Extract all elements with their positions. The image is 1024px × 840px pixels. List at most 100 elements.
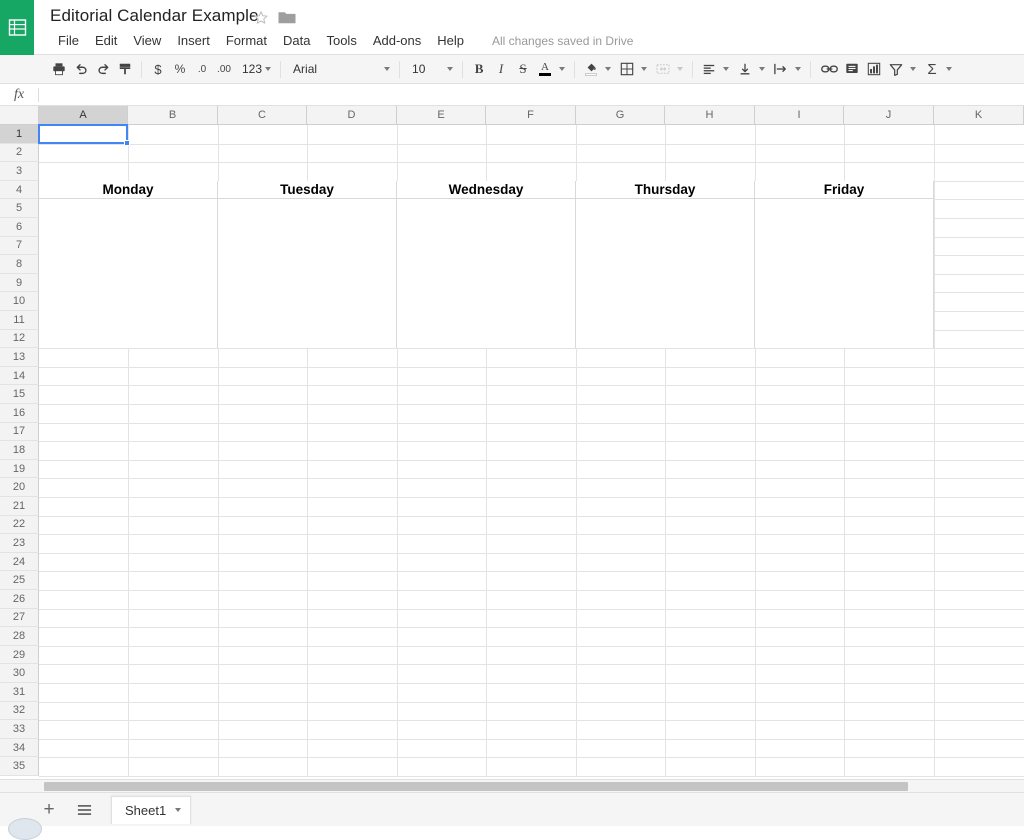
row-header-27[interactable]: 27	[0, 609, 39, 628]
font-family-dropdown[interactable]: Arial	[286, 58, 394, 80]
chevron-down-icon[interactable]	[795, 67, 801, 71]
row-header-7[interactable]: 7	[0, 237, 39, 256]
merge-cells-button[interactable]	[652, 57, 674, 81]
row-header-12[interactable]: 12	[0, 330, 39, 349]
document-title[interactable]: Editorial Calendar Example	[50, 6, 259, 26]
day-block-thursday[interactable]	[576, 199, 755, 348]
cells-area[interactable]: MondayTuesdayWednesdayThursdayFriday	[39, 125, 1024, 779]
add-sheet-button[interactable]: +	[34, 795, 64, 825]
vertical-align-button[interactable]	[734, 57, 756, 81]
day-block-friday[interactable]	[755, 199, 934, 348]
row-header-24[interactable]: 24	[0, 553, 39, 572]
row-header-4[interactable]: 4	[0, 181, 39, 200]
row-header-25[interactable]: 25	[0, 571, 39, 590]
folder-icon[interactable]	[278, 10, 296, 25]
chevron-down-icon[interactable]	[723, 67, 729, 71]
row-header-30[interactable]: 30	[0, 664, 39, 683]
row-header-10[interactable]: 10	[0, 292, 39, 311]
chevron-down-icon[interactable]	[605, 67, 611, 71]
redo-button[interactable]	[92, 57, 114, 81]
column-header-b[interactable]: B	[128, 106, 218, 125]
column-header-a[interactable]: A	[39, 106, 128, 125]
row-header-15[interactable]: 15	[0, 385, 39, 404]
row-header-13[interactable]: 13	[0, 348, 39, 367]
row-header-11[interactable]: 11	[0, 311, 39, 330]
row-header-26[interactable]: 26	[0, 590, 39, 609]
row-header-22[interactable]: 22	[0, 516, 39, 535]
row-header-21[interactable]: 21	[0, 497, 39, 516]
chevron-down-icon[interactable]	[559, 67, 565, 71]
row-header-18[interactable]: 18	[0, 441, 39, 460]
text-wrap-button[interactable]	[770, 57, 792, 81]
day-header-monday[interactable]: Monday	[39, 181, 218, 200]
chevron-down-icon[interactable]	[641, 67, 647, 71]
fill-color-button[interactable]	[580, 57, 602, 81]
column-header-k[interactable]: K	[934, 106, 1024, 125]
currency-format-button[interactable]: $	[147, 57, 169, 81]
all-sheets-button[interactable]	[69, 795, 99, 825]
text-color-button[interactable]: A	[534, 57, 556, 81]
bold-button[interactable]: B	[468, 57, 490, 81]
chevron-down-icon[interactable]	[175, 808, 181, 812]
menu-item-file[interactable]: File	[50, 31, 87, 50]
day-header-wednesday[interactable]: Wednesday	[397, 181, 576, 200]
sheets-logo[interactable]	[0, 0, 34, 55]
day-block-tuesday[interactable]	[218, 199, 397, 348]
row-header-33[interactable]: 33	[0, 720, 39, 739]
column-header-e[interactable]: E	[397, 106, 486, 125]
row-header-20[interactable]: 20	[0, 478, 39, 497]
insert-comment-button[interactable]	[841, 57, 863, 81]
chevron-down-icon[interactable]	[677, 67, 683, 71]
number-format-dropdown[interactable]: 123	[235, 58, 275, 80]
functions-button[interactable]: Σ	[921, 57, 943, 81]
horizontal-scrollbar-thumb[interactable]	[44, 782, 908, 791]
menu-item-help[interactable]: Help	[429, 31, 472, 50]
menu-item-edit[interactable]: Edit	[87, 31, 125, 50]
insert-link-button[interactable]	[818, 57, 841, 81]
column-header-g[interactable]: G	[576, 106, 665, 125]
increase-decimal-button[interactable]: .00	[213, 57, 235, 81]
row-header-3[interactable]: 3	[0, 162, 39, 181]
chevron-down-icon[interactable]	[759, 67, 765, 71]
chevron-down-icon[interactable]	[910, 67, 916, 71]
undo-button[interactable]	[70, 57, 92, 81]
italic-button[interactable]: I	[490, 57, 512, 81]
row-header-28[interactable]: 28	[0, 627, 39, 646]
spreadsheet-grid[interactable]: ABCDEFGHIJK 1234567891011121314151617181…	[0, 106, 1024, 779]
row-header-2[interactable]: 2	[0, 144, 39, 163]
column-header-j[interactable]: J	[844, 106, 934, 125]
day-header-tuesday[interactable]: Tuesday	[218, 181, 397, 200]
menu-item-data[interactable]: Data	[275, 31, 318, 50]
row-header-6[interactable]: 6	[0, 218, 39, 237]
column-header-f[interactable]: F	[486, 106, 576, 125]
row-header-17[interactable]: 17	[0, 423, 39, 442]
font-size-dropdown[interactable]: 10	[405, 58, 457, 80]
formula-input[interactable]	[39, 85, 1024, 105]
horizontal-scrollbar[interactable]	[0, 779, 1024, 792]
row-header-35[interactable]: 35	[0, 757, 39, 776]
column-header-d[interactable]: D	[307, 106, 397, 125]
row-header-19[interactable]: 19	[0, 460, 39, 479]
menu-item-format[interactable]: Format	[218, 31, 275, 50]
print-button[interactable]	[48, 57, 70, 81]
row-header-31[interactable]: 31	[0, 683, 39, 702]
column-header-h[interactable]: H	[665, 106, 755, 125]
horizontal-align-button[interactable]	[698, 57, 720, 81]
row-header-1[interactable]: 1	[0, 125, 39, 144]
select-all-corner[interactable]	[0, 106, 39, 125]
percent-format-button[interactable]: %	[169, 57, 191, 81]
strikethrough-button[interactable]: S	[512, 57, 534, 81]
day-block-wednesday[interactable]	[397, 199, 576, 348]
row-header-29[interactable]: 29	[0, 646, 39, 665]
paint-format-button[interactable]	[114, 57, 136, 81]
column-header-c[interactable]: C	[218, 106, 307, 125]
column-header-i[interactable]: I	[755, 106, 844, 125]
row-header-14[interactable]: 14	[0, 367, 39, 386]
cell-selection-a1[interactable]	[38, 124, 128, 144]
menu-item-view[interactable]: View	[125, 31, 169, 50]
decrease-decimal-button[interactable]: .0	[191, 57, 213, 81]
row-header-8[interactable]: 8	[0, 255, 39, 274]
row-header-34[interactable]: 34	[0, 739, 39, 758]
sheet-tab-sheet1[interactable]: Sheet1	[111, 796, 191, 824]
chevron-down-icon[interactable]	[946, 67, 952, 71]
